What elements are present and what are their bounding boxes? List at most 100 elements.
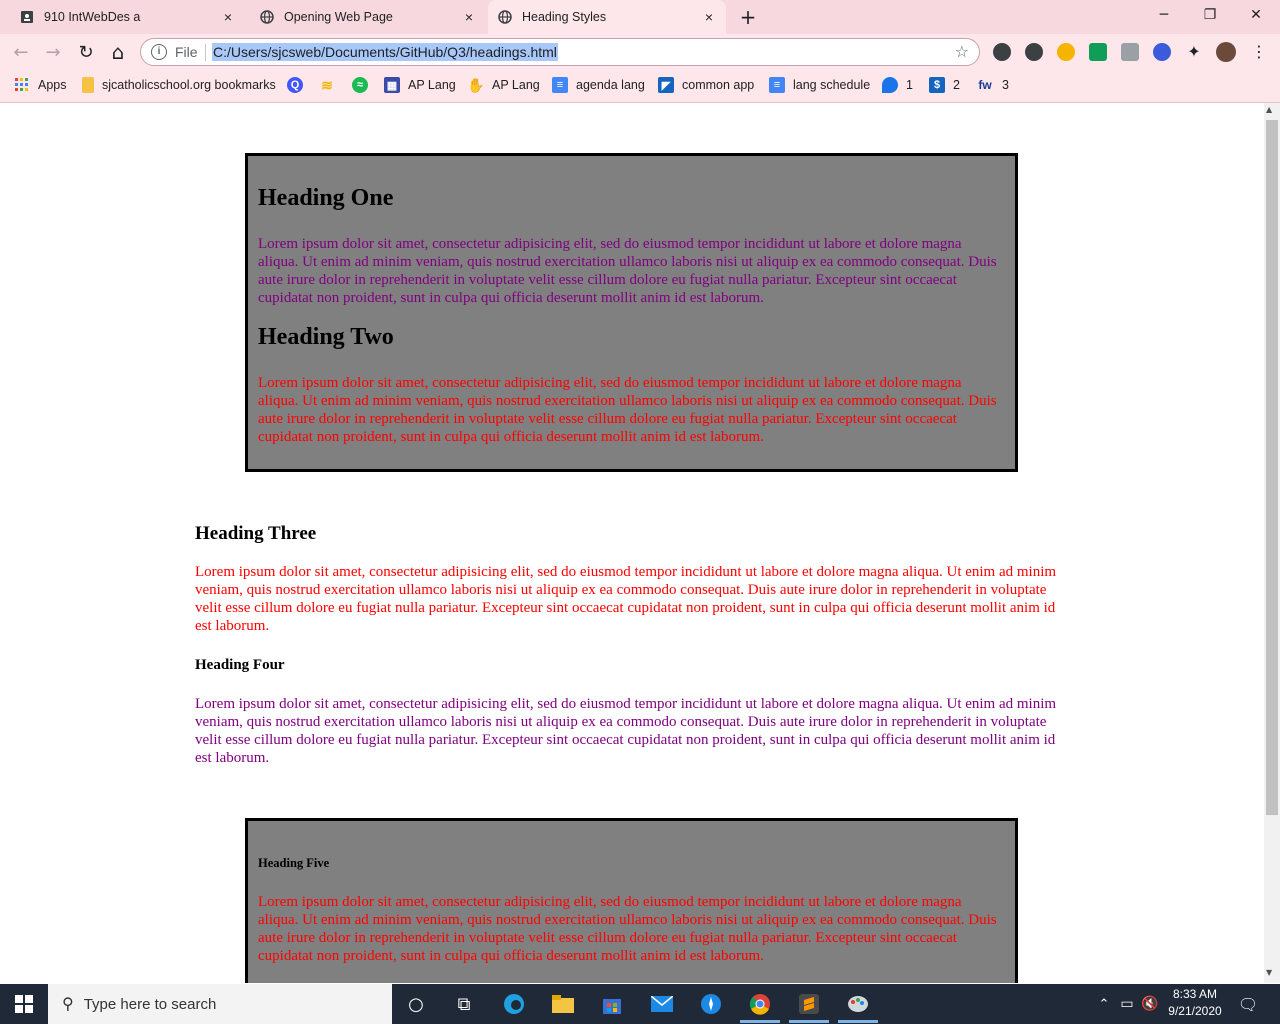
paragraph-four: Lorem ipsum dolor sit amet, consectetur … (195, 696, 1057, 766)
quizlet-icon: Q (287, 77, 303, 93)
start-button[interactable] (0, 984, 48, 1024)
minimize-button[interactable]: ─ (1141, 0, 1187, 30)
bookmark-ap-lang-1[interactable]: ▦ AP Lang (384, 76, 456, 94)
bookmark-ap-lang-2[interactable]: ✋ AP Lang (467, 76, 539, 94)
tab-close-button[interactable]: × (700, 8, 718, 26)
new-tab-button[interactable]: + (736, 5, 760, 29)
bookmark-2[interactable]: $ 2 (929, 76, 960, 94)
notifications-icon[interactable]: 🗨 (1236, 992, 1260, 1016)
dollar-icon: $ (929, 77, 945, 93)
board-icon: ▦ (384, 77, 400, 93)
scrollbar-thumb[interactable] (1266, 120, 1278, 815)
taskbar-clock[interactable]: 8:33 AM 9/21/2020 (1160, 986, 1230, 1020)
clock-time: 8:33 AM (1172, 987, 1218, 1001)
tab-title: Opening Web Page (284, 10, 393, 24)
docs-icon: ≡ (769, 77, 785, 93)
task-view-icon[interactable]: ⧉ (452, 992, 476, 1016)
tab-close-button[interactable]: × (219, 8, 237, 26)
bookmark-folder[interactable]: sjcatholicschool.org bookmarks (82, 76, 276, 94)
url-text[interactable]: C:/Users/sjcsweb/Documents/GitHub/Q3/hea… (212, 43, 558, 61)
fw-icon: fw (978, 78, 992, 92)
tab-heading-styles[interactable]: Heading Styles × (488, 0, 726, 34)
styled-box-top: Heading One Lorem ipsum dolor sit amet, … (245, 153, 1018, 472)
search-icon: ⚲ (62, 996, 74, 1013)
bookmark-lang-schedule[interactable]: ≡ lang schedule (769, 76, 870, 94)
heading-five: Heading Five (258, 856, 330, 870)
paragraph-two: Lorem ipsum dolor sit amet, consectetur … (258, 375, 997, 445)
shield-extension-icon[interactable] (993, 43, 1011, 61)
cortana-icon[interactable]: ○ (404, 992, 428, 1016)
active-app-indicator (789, 1020, 829, 1023)
volume-muted-icon[interactable]: 🔇 (1138, 992, 1162, 1016)
tab-title: 910 IntWebDes a (44, 10, 141, 24)
bookmark-label: Apps (38, 78, 67, 92)
divider (205, 44, 206, 61)
network-icon[interactable]: ▭ (1115, 992, 1139, 1016)
bookmark-1[interactable]: 1 (882, 76, 913, 94)
bookmark-agenda-lang[interactable]: ≡ agenda lang (552, 76, 645, 94)
taskbar-search[interactable]: ⚲ Type here to search (48, 984, 392, 1024)
home-button[interactable]: ⌂ (106, 40, 130, 64)
bookmark-star-icon[interactable]: ☆ (955, 42, 969, 61)
restore-button[interactable]: ❐ (1187, 0, 1233, 30)
tab-title: Heading Styles (522, 10, 607, 24)
paint-icon[interactable] (846, 992, 870, 1016)
active-app-indicator (740, 1020, 780, 1023)
heading-two: Heading Two (258, 324, 394, 350)
screen-extension-icon[interactable] (1121, 43, 1139, 61)
puzzle-extensions-icon[interactable]: ✦ (1185, 43, 1203, 61)
close-window-button[interactable]: ✕ (1233, 0, 1279, 30)
bookmark-label: 3 (1002, 78, 1009, 92)
forward-button[interactable]: → (41, 40, 65, 64)
show-hidden-icons-chevron-icon[interactable]: ⌃ (1092, 992, 1116, 1016)
tab-close-button[interactable]: × (460, 8, 478, 26)
sublime-text-icon[interactable] (797, 992, 821, 1016)
bookmark-apps[interactable]: Apps (14, 76, 67, 94)
store-icon[interactable] (600, 992, 624, 1016)
bookmark-label: sjcatholicschool.org bookmarks (102, 78, 276, 92)
bookmark-label: agenda lang (576, 78, 645, 92)
k-extension-icon[interactable] (1153, 43, 1171, 61)
page-viewport: Heading One Lorem ipsum dolor sit amet, … (0, 103, 1264, 983)
back-button[interactable]: ← (9, 40, 33, 64)
heading-one: Heading One (258, 185, 394, 211)
edge-icon[interactable] (502, 992, 526, 1016)
bookmark-label: 2 (953, 78, 960, 92)
spotify-icon: ≈ (352, 77, 368, 93)
paragraph-three: Lorem ipsum dolor sit amet, consectetur … (195, 564, 1057, 634)
apps-grid-icon (14, 77, 30, 93)
classroom-extension-icon[interactable] (1089, 43, 1107, 61)
bookmark-quizlet[interactable]: Q (287, 76, 311, 94)
classroom-icon (20, 10, 34, 24)
scroll-down-arrow-icon[interactable]: ▼ (1266, 968, 1272, 977)
active-app-indicator (838, 1020, 878, 1023)
paragraph-one: Lorem ipsum dolor sit amet, consectetur … (258, 236, 997, 306)
info-icon[interactable]: i (151, 44, 167, 60)
windows-logo-icon (15, 995, 33, 1013)
address-bar[interactable]: i File C:/Users/sjcsweb/Documents/GitHub… (140, 38, 980, 66)
safari-icon[interactable] (699, 992, 723, 1016)
tab-opening-web-page[interactable]: Opening Web Page × (248, 0, 486, 34)
heading-four: Heading Four (195, 657, 285, 673)
mail-icon[interactable] (650, 992, 674, 1016)
bookmark-3[interactable]: fw 3 (976, 76, 1009, 94)
chrome-icon[interactable] (748, 992, 772, 1016)
hand-icon: ✋ (467, 76, 485, 93)
bookmark-spotify[interactable]: ≈ (352, 76, 376, 94)
folder-icon (82, 77, 94, 93)
file-explorer-icon[interactable] (551, 992, 575, 1016)
heading-three: Heading Three (195, 523, 317, 544)
scroll-up-arrow-icon[interactable]: ▲ (1266, 105, 1272, 114)
bookmark-label: 1 (906, 78, 913, 92)
tab-intwebdes[interactable]: 910 IntWebDes a × (0, 0, 245, 34)
bookmark-layers[interactable]: ≋ (319, 76, 343, 94)
chat-icon (882, 77, 898, 93)
docs-icon: ≡ (552, 77, 568, 93)
reload-button[interactable]: ↻ (74, 40, 98, 64)
shield-extension-icon[interactable] (1025, 43, 1043, 61)
bookmark-common-app[interactable]: ◤ common app (658, 76, 754, 94)
profile-avatar[interactable] (1216, 42, 1236, 62)
search-placeholder: Type here to search (83, 995, 217, 1013)
grammar-extension-icon[interactable] (1057, 43, 1075, 61)
more-menu-icon[interactable]: ⋮ (1250, 43, 1268, 61)
